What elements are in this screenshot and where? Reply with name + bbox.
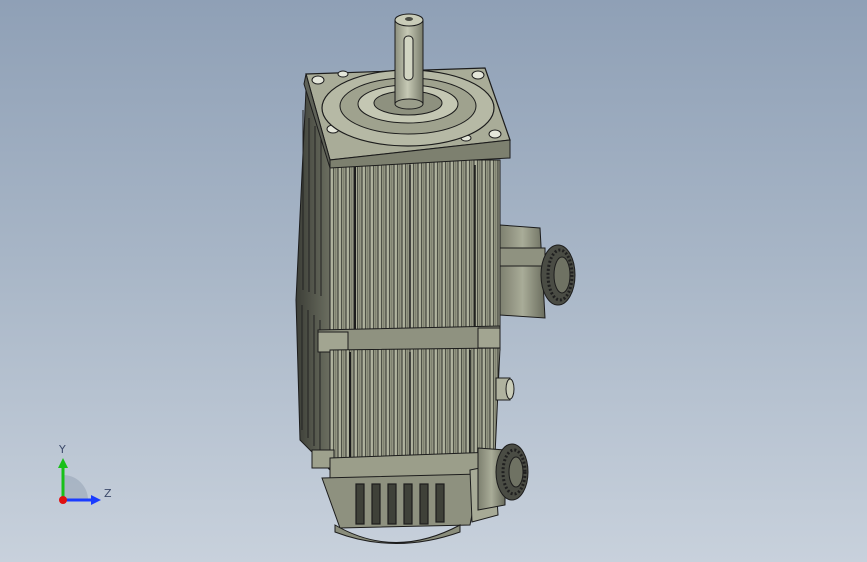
- motor-upper-fins: [329, 159, 501, 341]
- y-axis-label: Y: [58, 443, 66, 456]
- lower-connector[interactable]: [477, 443, 529, 511]
- z-axis-label: Z: [104, 487, 112, 500]
- motor-end-cap: [321, 451, 499, 544]
- side-bolt: [495, 377, 515, 401]
- y-axis-arrow-icon: [58, 458, 68, 468]
- motor-shaft: [394, 13, 424, 110]
- z-axis-arrow-icon: [91, 495, 101, 505]
- 3d-viewport[interactable]: Y Z: [0, 0, 867, 562]
- triad-plane: [63, 475, 88, 500]
- orientation-triad: Y Z: [58, 443, 112, 505]
- servo-motor-model[interactable]: [0, 0, 867, 562]
- upper-connector[interactable]: [499, 224, 576, 319]
- x-axis-dot-icon: [59, 496, 67, 504]
- motor-lower-fins: [311, 347, 501, 469]
